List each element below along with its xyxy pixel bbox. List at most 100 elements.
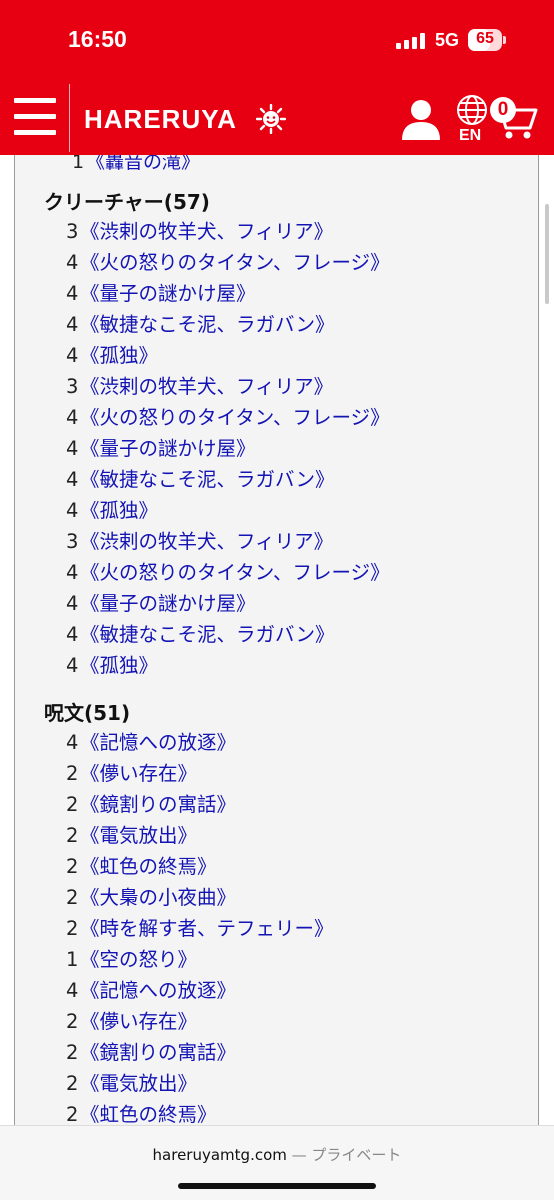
card-link[interactable]: 《記憶への放逐》 <box>80 731 236 754</box>
list-item[interactable]: 3《渋剌の牧羊犬、フィリア》 <box>66 216 390 247</box>
card-link[interactable]: 《電気放出》 <box>80 824 197 847</box>
card-link[interactable]: 《渋剌の牧羊犬、フィリア》 <box>80 220 333 243</box>
list-item[interactable]: 4《量子の謎かけ屋》 <box>66 278 390 309</box>
address-bar[interactable]: hareruyamtg.com — プライベート <box>0 1144 554 1165</box>
list-item[interactable]: 4《敏捷なこそ泥、ラガバン》 <box>66 309 390 340</box>
list-item[interactable]: 3《渋剌の牧羊犬、フィリア》 <box>66 526 390 557</box>
list-item[interactable]: 4《孤独》 <box>66 340 390 371</box>
card-quantity: 4 <box>66 561 79 584</box>
card-quantity: 3 <box>66 220 79 243</box>
list-item[interactable]: 4《量子の謎かけ屋》 <box>66 433 390 464</box>
card-quantity: 4 <box>66 406 79 429</box>
globe-icon[interactable] <box>456 94 488 126</box>
card-link[interactable]: 《虹色の終焉》 <box>80 855 217 878</box>
card-link[interactable]: 《時を解す者、テフェリー》 <box>80 917 334 940</box>
card-link[interactable]: 《量子の謎かけ屋》 <box>80 437 256 460</box>
list-item[interactable]: 4《火の怒りのタイタン、フレージ》 <box>66 247 390 278</box>
list-item[interactable]: 1《空の怒り》 <box>66 944 334 975</box>
card-link[interactable]: 《渋剌の牧羊犬、フィリア》 <box>80 375 333 398</box>
signal-icon <box>396 33 425 49</box>
list-item[interactable]: 4《敏捷なこそ泥、ラガバン》 <box>66 619 390 650</box>
list-item[interactable]: 2《鏡割りの寓話》 <box>66 789 334 820</box>
list-item[interactable]: 2《虹色の終焉》 <box>66 1099 334 1125</box>
card-quantity: 2 <box>66 1072 79 1095</box>
card-link[interactable]: 《儚い存在》 <box>80 762 197 785</box>
card-link[interactable]: 《敏捷なこそ泥、ラガバン》 <box>80 468 334 491</box>
card-link[interactable]: 《渋剌の牧羊犬、フィリア》 <box>80 530 333 553</box>
spell-list: 4《記憶への放逐》 2《儚い存在》 2《鏡割りの寓話》 2《電気放出》 2《虹色の終焉》… <box>66 727 334 1125</box>
list-item[interactable]: 4《孤独》 <box>66 495 390 526</box>
card-link[interactable]: 《轟音の滝》 <box>86 155 200 173</box>
card-quantity: 3 <box>66 530 79 553</box>
language-switch[interactable]: EN <box>459 127 481 145</box>
card-quantity: 3 <box>66 375 79 398</box>
card-quantity: 1 <box>66 948 79 971</box>
card-quantity: 4 <box>66 313 79 336</box>
url-domain: hareruyamtg.com <box>152 1146 287 1164</box>
account-icon[interactable] <box>400 98 442 140</box>
card-quantity: 4 <box>66 437 79 460</box>
list-item[interactable]: 4《記憶への放逐》 <box>66 727 334 758</box>
list-item[interactable]: 2《時を解す者、テフェリー》 <box>66 913 334 944</box>
card-link[interactable]: 《孤独》 <box>80 499 158 522</box>
card-link[interactable]: 《火の怒りのタイタン、フレージ》 <box>80 251 390 274</box>
card-quantity: 2 <box>66 917 79 940</box>
list-item[interactable]: 2《虹色の終焉》 <box>66 851 334 882</box>
list-item[interactable]: 2《儚い存在》 <box>66 1006 334 1037</box>
card-quantity: 4 <box>66 251 79 274</box>
card-link[interactable]: 《敏捷なこそ泥、ラガバン》 <box>80 623 334 646</box>
section-title-spells: 呪文(51) <box>44 701 131 725</box>
card-link[interactable]: 《孤独》 <box>80 654 158 677</box>
creature-list: 3《渋剌の牧羊犬、フィリア》 4《火の怒りのタイタン、フレージ》 4《量子の謎かけ屋… <box>66 216 390 681</box>
card-quantity: 2 <box>66 886 79 909</box>
card-link[interactable]: 《記憶への放逐》 <box>80 979 236 1002</box>
card-link[interactable]: 《鏡割りの寓話》 <box>80 793 236 816</box>
card-quantity: 4 <box>66 499 79 522</box>
list-item[interactable]: 2《電気放出》 <box>66 1068 334 1099</box>
card-link[interactable]: 《儚い存在》 <box>80 1010 197 1033</box>
card-quantity: 4 <box>66 592 79 615</box>
list-item[interactable]: 4《記憶への放逐》 <box>66 975 334 1006</box>
card-link[interactable]: 《孤独》 <box>80 344 158 367</box>
card-quantity: 2 <box>66 762 79 785</box>
card-link[interactable]: 《敏捷なこそ泥、ラガバン》 <box>80 313 334 336</box>
list-item[interactable]: 2《大梟の小夜曲》 <box>66 882 334 913</box>
status-time: 16:50 <box>68 26 127 52</box>
card-quantity: 4 <box>66 654 79 677</box>
card-link[interactable]: 《電気放出》 <box>80 1072 197 1095</box>
list-item[interactable]: 2《鏡割りの寓話》 <box>66 1037 334 1068</box>
card-quantity: 2 <box>66 1010 79 1033</box>
card-link[interactable]: 《量子の謎かけ屋》 <box>80 592 256 615</box>
card-quantity: 2 <box>66 1041 79 1064</box>
site-header: 16:50 5G 65 HARERUYA EN 0 <box>0 0 554 155</box>
list-item[interactable]: 2《電気放出》 <box>66 820 334 851</box>
list-item[interactable]: 3《渋剌の牧羊犬、フィリア》 <box>66 371 390 402</box>
card-link[interactable]: 《火の怒りのタイタン、フレージ》 <box>80 561 390 584</box>
card-link[interactable]: 《火の怒りのタイタン、フレージ》 <box>80 406 390 429</box>
list-item[interactable]: 2《儚い存在》 <box>66 758 334 789</box>
card-quantity: 2 <box>66 793 79 816</box>
card-quantity: 2 <box>66 1103 79 1125</box>
list-item[interactable]: 4《量子の謎かけ屋》 <box>66 588 390 619</box>
card-link[interactable]: 《鏡割りの寓話》 <box>80 1041 236 1064</box>
card-quantity: 4 <box>66 344 79 367</box>
site-logo[interactable]: HARERUYA <box>84 104 237 135</box>
list-item[interactable]: 4《敏捷なこそ泥、ラガバン》 <box>66 464 390 495</box>
card-quantity: 2 <box>66 824 79 847</box>
card-link[interactable]: 《量子の謎かけ屋》 <box>80 282 256 305</box>
card-link[interactable]: 《空の怒り》 <box>80 948 197 971</box>
decklist-panel: 1 《轟音の滝》 クリーチャー(57) 3《渋剌の牧羊犬、フィリア》 4《火の怒りの… <box>14 155 539 1125</box>
list-item[interactable]: 4《火の怒りのタイタン、フレージ》 <box>66 557 390 588</box>
battery-icon: 65 <box>468 29 506 51</box>
card-link[interactable]: 《大梟の小夜曲》 <box>80 886 236 909</box>
list-item[interactable]: 4《孤独》 <box>66 650 390 681</box>
card-link[interactable]: 《虹色の終焉》 <box>80 1103 217 1125</box>
scrollbar[interactable] <box>545 204 549 304</box>
list-item[interactable]: 1 《轟音の滝》 <box>72 155 200 174</box>
card-quantity: 4 <box>66 468 79 491</box>
card-quantity: 4 <box>66 282 79 305</box>
logo-mascot-icon <box>256 104 286 134</box>
list-item[interactable]: 4《火の怒りのタイタン、フレージ》 <box>66 402 390 433</box>
section-title-creatures: クリーチャー(57) <box>44 190 210 214</box>
menu-button[interactable] <box>14 98 56 136</box>
